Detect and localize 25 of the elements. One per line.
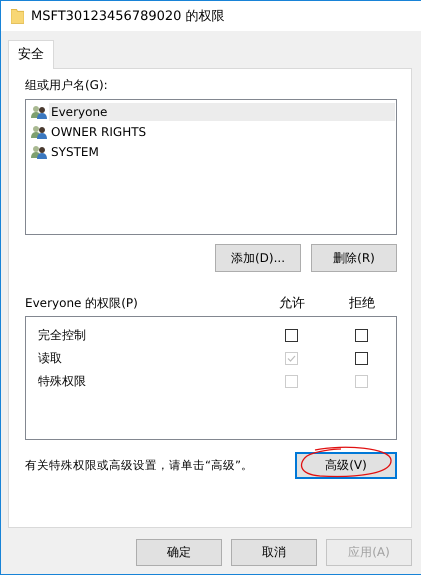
dialog-button[interactable]: 删除(R)	[311, 244, 397, 272]
window-title: MSFT30123456789020 的权限	[31, 8, 225, 25]
advanced-note: 有关特殊权限或高级设置，请单击“高级”。	[25, 458, 254, 473]
users-icon	[31, 125, 47, 139]
column-header: 允许	[278, 295, 306, 312]
column-header: 拒绝	[348, 295, 376, 312]
permission-name: 完全控制	[38, 327, 87, 344]
user-name[interactable]: Everyone	[49, 103, 395, 121]
checkbox[interactable]	[354, 352, 368, 365]
dialog-button[interactable]: 取消	[231, 539, 317, 566]
dialog-button[interactable]: 确定	[136, 539, 222, 566]
checkbox[interactable]	[284, 329, 298, 342]
folder-icon	[11, 8, 24, 24]
permissions-label: Everyone 的权限(P)	[25, 294, 139, 312]
user-name[interactable]: SYSTEM	[49, 143, 395, 161]
user-name[interactable]: OWNER RIGHTS	[49, 123, 395, 141]
users-icon	[31, 105, 47, 119]
users-icon	[31, 145, 47, 159]
permission-name: 特殊权限	[38, 373, 87, 390]
dialog-button[interactable]: 添加(D)...	[215, 244, 301, 272]
tab[interactable]: 安全	[8, 40, 54, 69]
advanced-button[interactable]: 高级(V)	[295, 452, 397, 479]
group-label: 组或用户名(G):	[25, 77, 109, 94]
permission-name: 读取	[38, 350, 63, 367]
checkbox[interactable]	[354, 329, 368, 342]
